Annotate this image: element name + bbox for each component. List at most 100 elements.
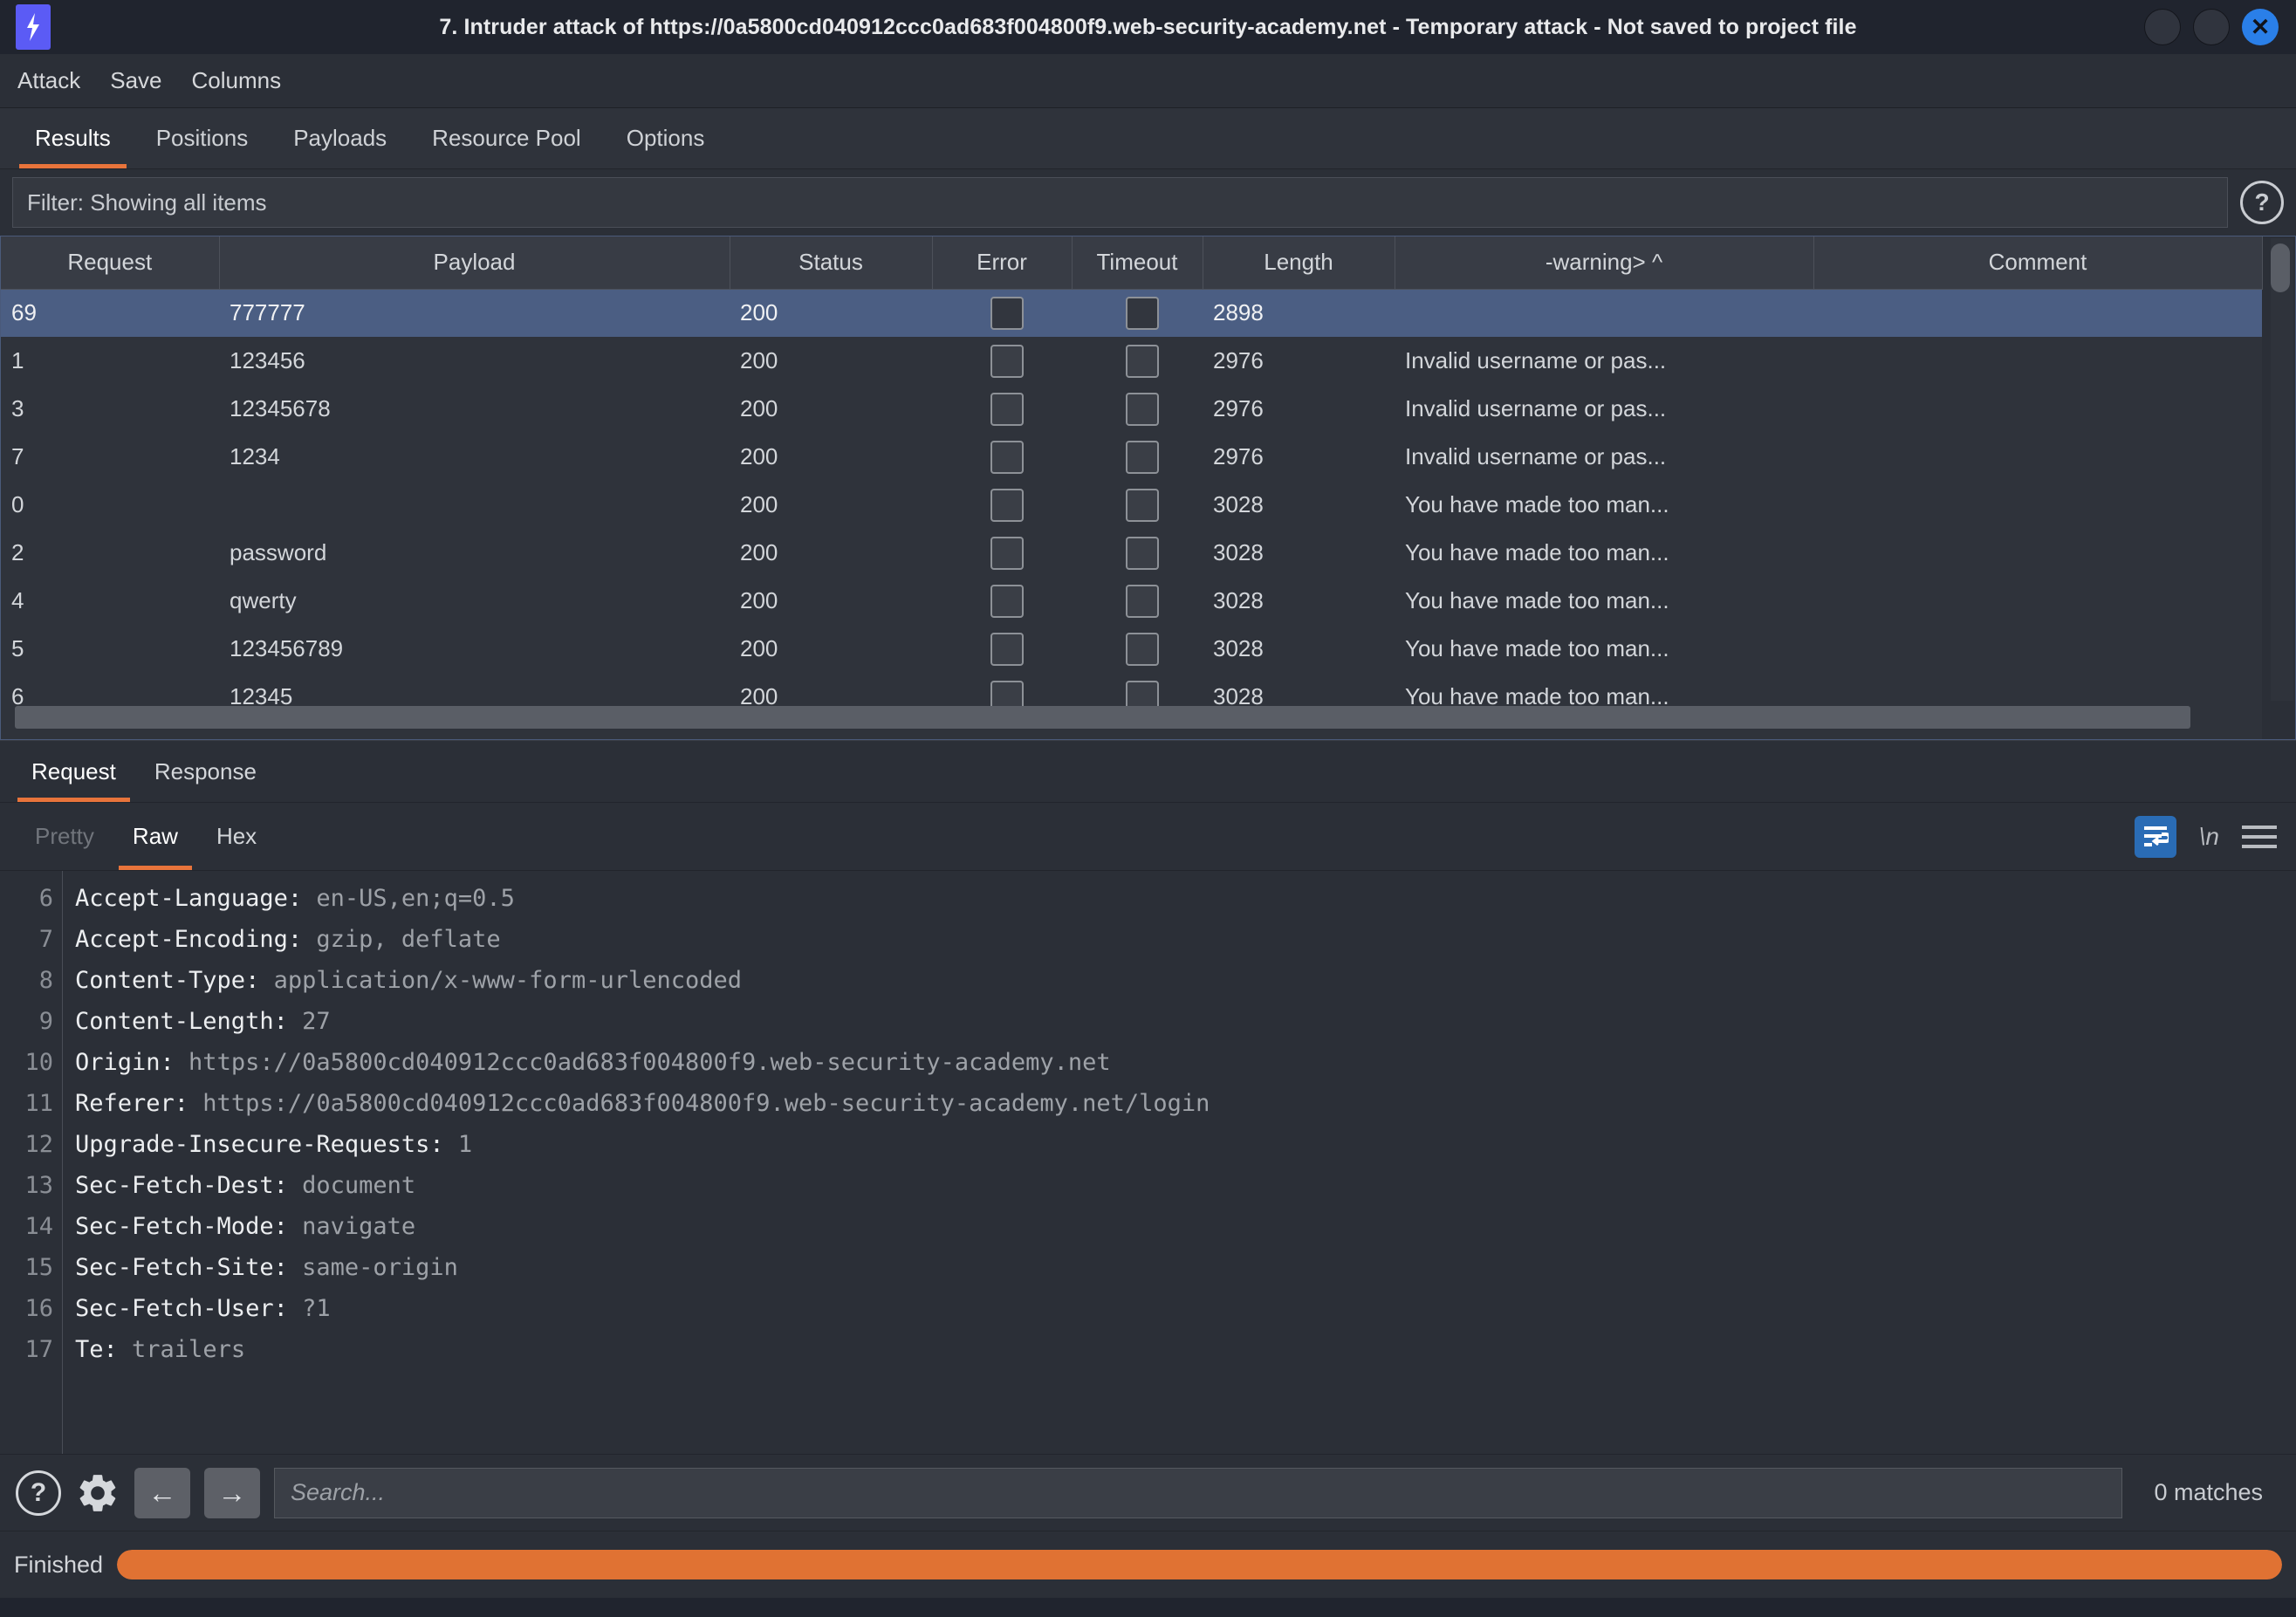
results-horizontal-scrollbar[interactable] [15, 706, 2190, 729]
cell-timeout[interactable] [1072, 529, 1203, 577]
cell-payload: 777777 [230, 299, 305, 326]
error-checkbox[interactable] [990, 344, 1024, 378]
cell-request: 1 [11, 347, 24, 373]
tab-resource-pool[interactable]: Resource Pool [409, 108, 604, 168]
column-header-comment[interactable]: Comment [1813, 236, 2263, 290]
cell-timeout[interactable] [1072, 625, 1203, 673]
tab-payloads[interactable]: Payloads [271, 108, 409, 168]
header-value: gzip, deflate [302, 926, 501, 953]
results-vertical-scroll-thumb[interactable] [2271, 243, 2290, 292]
column-header-payload[interactable]: Payload [219, 236, 730, 290]
timeout-checkbox[interactable] [1126, 296, 1159, 330]
search-input[interactable]: Search... [274, 1467, 2123, 1518]
table-row[interactable]: 69 777777 200 2898 [1, 289, 2262, 337]
timeout-checkbox[interactable] [1126, 488, 1159, 522]
tab-pretty[interactable]: Pretty [16, 803, 113, 870]
cell-status: 200 [740, 395, 778, 421]
cell-error[interactable] [932, 433, 1072, 481]
tab-results[interactable]: Results [12, 108, 134, 168]
header-name: Sec-Fetch-User: [75, 1295, 288, 1322]
results-vertical-scrollbar[interactable] [2271, 238, 2293, 701]
word-wrap-icon[interactable] [2134, 815, 2176, 858]
maximize-button[interactable] [2193, 9, 2230, 45]
cell-request: 0 [11, 491, 24, 517]
cell-timeout[interactable] [1072, 385, 1203, 433]
column-header-length[interactable]: Length [1203, 236, 1395, 290]
tab-raw[interactable]: Raw [113, 803, 197, 870]
table-row[interactable]: 0 200 3028 You have made too man... [1, 481, 2262, 529]
tab-positions[interactable]: Positions [134, 108, 271, 168]
cell-error[interactable] [932, 385, 1072, 433]
request-editor[interactable]: 6 7 8 9 10 11 12 13 14 15 16 17 Accept-Language: en… [0, 871, 2296, 1455]
cell-error[interactable] [932, 289, 1072, 337]
filter-bar: Filter: Showing all items ? [0, 169, 2296, 236]
cell-error[interactable] [932, 577, 1072, 625]
search-next-button[interactable]: → [204, 1467, 260, 1518]
attack-status-bar: Finished [0, 1531, 2296, 1598]
close-icon[interactable]: ✕ [2242, 9, 2279, 45]
table-row[interactable]: 4 qwerty 200 3028 You have made too man... [1, 577, 2262, 625]
error-checkbox[interactable] [990, 536, 1024, 570]
tab-hex[interactable]: Hex [197, 803, 276, 870]
cell-timeout[interactable] [1072, 481, 1203, 529]
cell-comment [1813, 337, 2262, 385]
window-title: 7. Intruder attack of https://0a5800cd04… [439, 14, 1857, 39]
line-number: 8 [38, 967, 53, 994]
search-prev-button[interactable]: ← [134, 1467, 190, 1518]
checkbox-clipped[interactable] [990, 738, 1024, 739]
hamburger-menu-icon[interactable] [2242, 825, 2277, 848]
filter-help-icon[interactable]: ? [2240, 181, 2284, 224]
cell-timeout[interactable] [1072, 433, 1203, 481]
search-help-icon[interactable]: ? [16, 1470, 61, 1516]
error-checkbox[interactable] [990, 632, 1024, 666]
cell-error[interactable] [932, 481, 1072, 529]
timeout-checkbox[interactable] [1126, 392, 1159, 426]
cell-length: 3028 [1213, 491, 1264, 517]
line-number: 9 [38, 1008, 53, 1035]
timeout-checkbox[interactable] [1126, 584, 1159, 618]
cell-timeout[interactable] [1072, 337, 1203, 385]
request-raw-text[interactable]: Accept-Language: en-US,en;q=0.5 Accept-En… [63, 871, 2296, 1454]
cell-status: 200 [740, 347, 778, 373]
menu-item-save[interactable]: Save [110, 67, 161, 94]
cell-warning: You have made too man... [1405, 491, 1669, 517]
checkbox-clipped[interactable] [1126, 738, 1159, 739]
error-checkbox[interactable] [990, 584, 1024, 618]
cell-error[interactable] [932, 529, 1072, 577]
cell-timeout[interactable] [1072, 289, 1203, 337]
tab-resource-pool-label: Resource Pool [432, 125, 581, 151]
table-row[interactable]: 3 12345678 200 2976 Invalid username or pas.… [1, 385, 2262, 433]
cell-error[interactable] [932, 625, 1072, 673]
minimize-button[interactable] [2144, 9, 2181, 45]
menu-item-attack[interactable]: Attack [17, 67, 80, 94]
column-header-request[interactable]: Request [1, 236, 220, 290]
tab-request[interactable]: Request [12, 741, 135, 802]
cell-length: 2898 [1213, 299, 1264, 326]
newline-icon[interactable]: \n [2199, 823, 2219, 851]
timeout-checkbox[interactable] [1126, 632, 1159, 666]
error-checkbox[interactable] [990, 296, 1024, 330]
error-checkbox[interactable] [990, 440, 1024, 474]
menu-item-columns[interactable]: Columns [192, 67, 282, 94]
column-header-warning[interactable]: -warning> ^ [1395, 236, 1814, 290]
column-header-status[interactable]: Status [730, 236, 933, 290]
cell-timeout[interactable] [1072, 577, 1203, 625]
timeout-checkbox[interactable] [1126, 440, 1159, 474]
tab-options[interactable]: Options [604, 108, 728, 168]
timeout-checkbox[interactable] [1126, 344, 1159, 378]
cell-error[interactable] [932, 337, 1072, 385]
table-row[interactable]: 7 1234 200 2976 Invalid username or pas... [1, 433, 2262, 481]
table-row[interactable]: 2 password 200 3028 You have made too man... [1, 529, 2262, 577]
column-header-timeout[interactable]: Timeout [1072, 236, 1203, 290]
column-header-error[interactable]: Error [932, 236, 1073, 290]
table-row[interactable]: 1 123456 200 2976 Invalid username or pas... [1, 337, 2262, 385]
gear-icon[interactable] [75, 1470, 120, 1516]
filter-input[interactable]: Filter: Showing all items [12, 177, 2228, 228]
error-checkbox[interactable] [990, 488, 1024, 522]
cell-status: 200 [740, 587, 778, 613]
error-checkbox[interactable] [990, 392, 1024, 426]
tab-response[interactable]: Response [135, 741, 276, 802]
table-row[interactable]: 5 123456789 200 3028 You have made too man..… [1, 625, 2262, 673]
header-value: ?1 [287, 1295, 331, 1322]
timeout-checkbox[interactable] [1126, 536, 1159, 570]
